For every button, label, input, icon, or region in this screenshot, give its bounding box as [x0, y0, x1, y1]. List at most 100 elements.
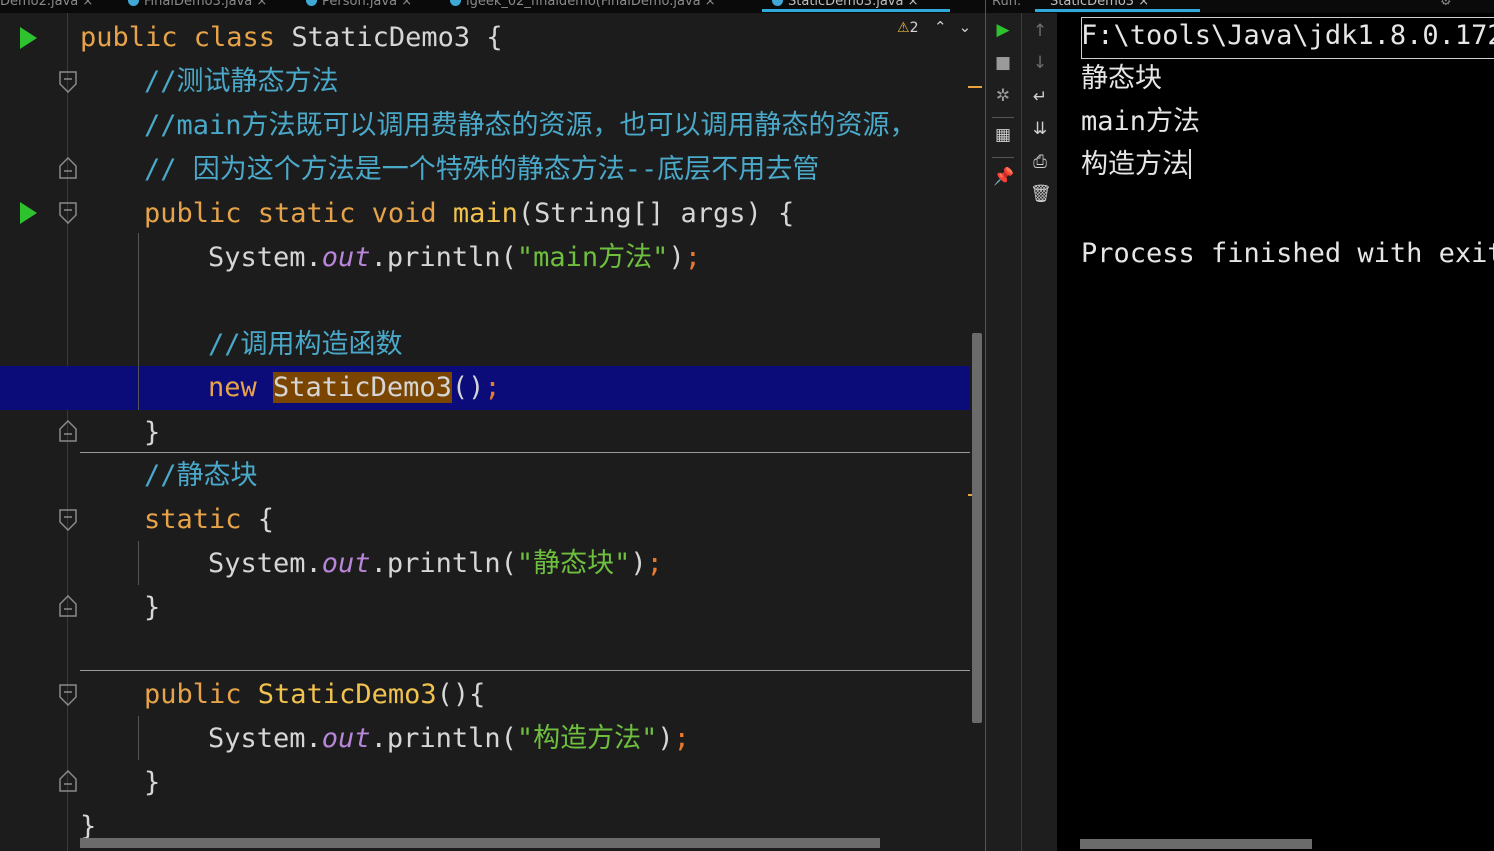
code-token: .println( — [370, 548, 517, 579]
code-token: //main方法既可以调用费静态的资源，也可以调用静态的资源， — [144, 110, 917, 141]
code-token: static — [144, 504, 258, 535]
vertical-scrollbar[interactable] — [972, 333, 982, 723]
run-main-icon[interactable] — [20, 202, 37, 224]
code-line[interactable]: public class StaticDemo3 { — [0, 16, 970, 60]
tab-igeek[interactable]: igeek_02_finaldemo(FinalDemo.java × — [450, 0, 716, 12]
toolbar-divider — [992, 157, 1014, 158]
code-token: //测试静态方法 — [144, 66, 339, 97]
code-text: public class StaticDemo3 { — [80, 22, 503, 54]
code-token: out — [321, 723, 371, 754]
console-line-static-block: 静态块 — [1081, 63, 1162, 94]
toolbar-divider — [992, 117, 1014, 118]
down-arrow-icon[interactable]: ↓ — [1030, 53, 1050, 73]
code-line[interactable] — [0, 280, 970, 324]
code-editor[interactable]: ⚠2 ⌃⌄ public class StaticDemo3 {//测试静态方法… — [0, 13, 985, 851]
console-line-process-finished: Process finished with exit — [1081, 238, 1494, 269]
console-line-java-path: F:\tools\Java\jdk1.8.0.172 — [1081, 20, 1494, 51]
code-text: //测试静态方法 — [144, 66, 339, 98]
rerun-icon[interactable]: ▶ — [993, 20, 1013, 40]
up-arrow-icon[interactable]: ↑ — [1030, 21, 1050, 41]
code-line[interactable]: System.out.println("main方法"); — [0, 236, 970, 280]
fold-collapse-icon[interactable] — [59, 684, 77, 706]
code-text: //调用构造函数 — [208, 329, 403, 361]
code-line[interactable] — [0, 630, 970, 674]
debug-icon[interactable]: ✲ — [993, 86, 1013, 106]
fold-end-icon[interactable] — [59, 420, 77, 442]
text-cursor — [1189, 149, 1191, 179]
code-text: } — [144, 417, 160, 449]
code-line[interactable]: //调用构造函数 — [0, 323, 970, 367]
code-line-current[interactable]: new StaticDemo3(); — [0, 366, 970, 410]
pin-icon[interactable]: 📌 — [993, 167, 1014, 187]
run-class-icon[interactable] — [20, 27, 37, 49]
fold-collapse-icon[interactable] — [59, 71, 77, 93]
code-text: } — [144, 592, 160, 624]
error-stripe-marker[interactable] — [968, 86, 982, 88]
run-toolbar: ▶ ■ ✲ ▦ 📌 — [986, 13, 1020, 851]
code-line[interactable]: System.out.println("静态块"); — [0, 542, 970, 586]
code-token: new — [208, 372, 274, 403]
code-token: public class — [80, 22, 292, 53]
code-token: public static void — [144, 198, 453, 229]
code-line[interactable]: //静态块 — [0, 454, 970, 498]
fold-collapse-icon[interactable] — [59, 202, 77, 224]
code-text: //main方法既可以调用费静态的资源，也可以调用静态的资源， — [144, 110, 917, 142]
code-line[interactable]: //main方法既可以调用费静态的资源，也可以调用静态的资源， — [0, 104, 970, 148]
code-token: "main方法" — [516, 242, 669, 273]
code-line[interactable]: System.out.println("构造方法"); — [0, 717, 970, 761]
tab-finaldemo3[interactable]: FinalDemo3.java × — [128, 0, 267, 12]
code-token: { — [257, 504, 275, 535]
code-text: public StaticDemo3(){ — [144, 679, 485, 711]
class-icon — [128, 0, 139, 6]
code-line[interactable]: } — [0, 411, 970, 455]
class-icon — [306, 0, 317, 6]
code-line[interactable]: static { — [0, 498, 970, 542]
code-token: ; — [673, 723, 690, 754]
code-token: "静态块" — [516, 548, 631, 579]
soft-wrap-icon[interactable]: ↵ — [1030, 87, 1050, 107]
code-token: System. — [208, 242, 322, 273]
layout-icon[interactable]: ▦ — [993, 125, 1013, 145]
code-token: StaticDemo3 — [257, 679, 437, 710]
code-token: System. — [208, 723, 322, 754]
code-line[interactable]: // 因为这个方法是一个特殊的静态方法--底层不用去管 — [0, 148, 970, 192]
trash-icon[interactable]: 🗑 — [1030, 184, 1052, 204]
settings-gear-icon[interactable]: ⚙ — [1440, 0, 1452, 12]
tab-person[interactable]: Person.java × — [306, 0, 412, 12]
fold-end-icon[interactable] — [59, 595, 77, 617]
fold-end-icon[interactable] — [59, 770, 77, 792]
code-text: // 因为这个方法是一个特殊的静态方法--底层不用去管 — [144, 154, 819, 186]
code-token: ) — [657, 723, 674, 754]
fold-collapse-icon[interactable] — [59, 509, 77, 531]
code-line[interactable]: } — [0, 586, 970, 630]
tab-demo2[interactable]: Demo2.java × — [0, 0, 93, 12]
scroll-to-end-icon[interactable]: ⇊ — [1030, 119, 1050, 139]
console-horizontal-scrollbar[interactable] — [1080, 839, 1312, 849]
code-token: StaticDemo3 — [273, 372, 452, 403]
class-icon — [450, 0, 461, 6]
code-token: } — [144, 592, 161, 623]
fold-end-icon[interactable] — [59, 157, 77, 179]
code-text: new StaticDemo3(); — [208, 372, 501, 404]
code-line[interactable]: //测试静态方法 — [0, 60, 970, 104]
code-line[interactable]: public StaticDemo3(){ — [0, 673, 970, 717]
indent-guide — [138, 716, 139, 760]
code-token: ; — [484, 372, 501, 403]
stop-icon[interactable]: ■ — [993, 53, 1013, 73]
code-line[interactable]: } — [0, 761, 970, 805]
console-output[interactable]: F:\tools\Java\jdk1.8.0.172 静态块 main方法 构造… — [1057, 13, 1494, 851]
code-text: System.out.println("构造方法"); — [208, 723, 690, 755]
code-token: StaticDemo3 { — [291, 22, 503, 53]
code-line[interactable]: public static void main(String[] args) { — [0, 192, 970, 236]
print-icon[interactable]: ⎙ — [1030, 152, 1050, 172]
console-line-constructor: 构造方法 — [1081, 149, 1191, 180]
horizontal-scrollbar[interactable] — [80, 838, 880, 848]
code-text: static { — [144, 504, 274, 536]
code-text: public static void main(String[] args) { — [144, 198, 794, 230]
console-toolbar: ↑ ↓ ↵ ⇊ ⎙ 🗑 — [1021, 13, 1058, 851]
code-token: System. — [208, 548, 322, 579]
code-text: } — [144, 767, 160, 799]
code-token: (String[] args) { — [517, 198, 795, 229]
run-tool-label: Run: — [992, 0, 1022, 9]
code-token: () — [451, 372, 485, 403]
